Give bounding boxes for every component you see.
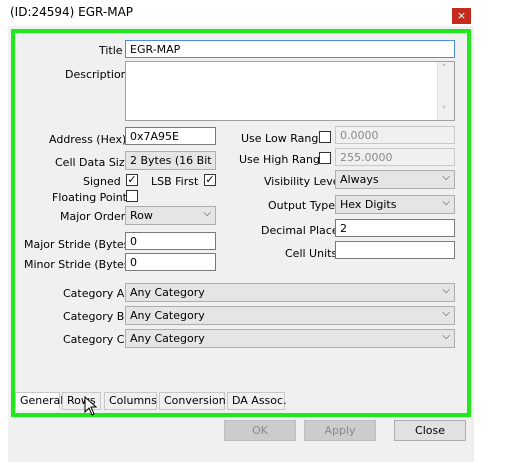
description-scrollbar[interactable]: ˄ ˅ <box>437 62 454 120</box>
low-range-input[interactable]: 0.0000 <box>335 126 455 144</box>
cell-data-size-label: Cell Data Size <box>55 156 132 169</box>
category-a-value: Any Category <box>130 286 205 299</box>
category-b-value: Any Category <box>130 309 205 322</box>
address-label: Address (Hex) <box>49 133 127 146</box>
output-type-value: Hex Digits <box>340 198 397 211</box>
window-close-button[interactable]: × <box>452 8 471 24</box>
tab-da-assoc[interactable]: DA Assoc. <box>227 392 287 410</box>
category-a-label: Category A <box>63 287 125 300</box>
signed-checkbox[interactable]: ✓ <box>126 174 138 186</box>
decimal-places-input[interactable]: 2 <box>335 219 455 237</box>
minor-stride-input[interactable]: 0 <box>125 253 216 271</box>
category-b-label: Category B <box>63 310 125 323</box>
major-order-select[interactable]: Row ⌵ <box>125 206 216 225</box>
check-icon: ✓ <box>205 173 215 186</box>
use-low-range-label: Use Low Range <box>241 132 326 145</box>
high-range-input[interactable]: 255.0000 <box>335 148 455 166</box>
close-icon: × <box>456 9 467 22</box>
window-title: (ID:24594) EGR-MAP <box>10 5 134 19</box>
minor-stride-label: Minor Stride (Bytes) <box>24 258 134 271</box>
use-high-range-checkbox[interactable] <box>319 152 331 164</box>
output-type-select[interactable]: Hex Digits ⌵ <box>335 195 455 214</box>
output-type-label: Output Type <box>268 199 335 212</box>
use-high-range-label: Use High Range <box>239 153 327 166</box>
close-button[interactable]: Close <box>394 420 466 441</box>
major-order-label: Major Order <box>60 210 126 223</box>
apply-button[interactable]: Apply <box>304 420 376 441</box>
title-label: Title <box>99 44 123 57</box>
use-low-range-checkbox[interactable] <box>319 131 331 143</box>
chevron-down-icon: ⌵ <box>442 308 450 319</box>
scroll-down-icon[interactable]: ˅ <box>442 106 447 116</box>
signed-label: Signed <box>83 175 121 188</box>
description-label: Description <box>65 68 128 81</box>
chevron-down-icon: ⌵ <box>442 172 450 183</box>
cell-units-input[interactable] <box>335 241 455 259</box>
major-stride-label: Major Stride (Bytes) <box>24 238 134 251</box>
floating-point-checkbox[interactable] <box>126 190 138 202</box>
major-stride-input[interactable]: 0 <box>125 232 216 250</box>
chevron-down-icon: ⌵ <box>442 331 450 342</box>
category-c-select[interactable]: Any Category ⌵ <box>125 329 455 348</box>
lsb-first-label: LSB First <box>151 175 199 188</box>
category-a-select[interactable]: Any Category ⌵ <box>125 283 455 302</box>
category-c-value: Any Category <box>130 332 205 345</box>
lsb-first-checkbox[interactable]: ✓ <box>204 174 216 186</box>
cell-data-size-select[interactable]: 2 Bytes (16 Bit <box>125 151 216 170</box>
mouse-cursor-icon <box>84 396 98 416</box>
category-b-select[interactable]: Any Category ⌵ <box>125 306 455 325</box>
visibility-level-label: Visibility Level <box>264 175 343 188</box>
floating-point-label: Floating Point <box>52 191 127 204</box>
decimal-places-label: Decimal Places <box>261 224 345 237</box>
title-input[interactable]: EGR-MAP <box>125 40 455 58</box>
tab-columns[interactable]: Columns <box>104 392 157 410</box>
major-order-value: Row <box>130 209 153 222</box>
cell-data-size-value: 2 Bytes (16 Bit <box>130 154 212 167</box>
tab-conversion[interactable]: Conversion <box>159 392 226 410</box>
tab-general[interactable]: General <box>15 392 63 410</box>
ok-button[interactable]: OK <box>224 420 296 441</box>
chevron-down-icon: ⌵ <box>203 208 211 219</box>
chevron-down-icon: ⌵ <box>442 285 450 296</box>
category-c-label: Category C <box>63 333 125 346</box>
visibility-level-select[interactable]: Always ⌵ <box>335 170 455 189</box>
description-textarea[interactable]: ˄ ˅ <box>125 61 455 121</box>
check-icon: ✓ <box>127 173 137 186</box>
address-input[interactable]: 0x7A95E <box>125 127 216 145</box>
general-panel: Title EGR-MAP Description ˄ ˅ Address (H… <box>11 29 471 417</box>
scroll-up-icon[interactable]: ˄ <box>442 64 447 74</box>
visibility-level-value: Always <box>340 173 379 186</box>
chevron-down-icon: ⌵ <box>442 197 450 208</box>
cell-units-label: Cell Units <box>285 247 338 260</box>
